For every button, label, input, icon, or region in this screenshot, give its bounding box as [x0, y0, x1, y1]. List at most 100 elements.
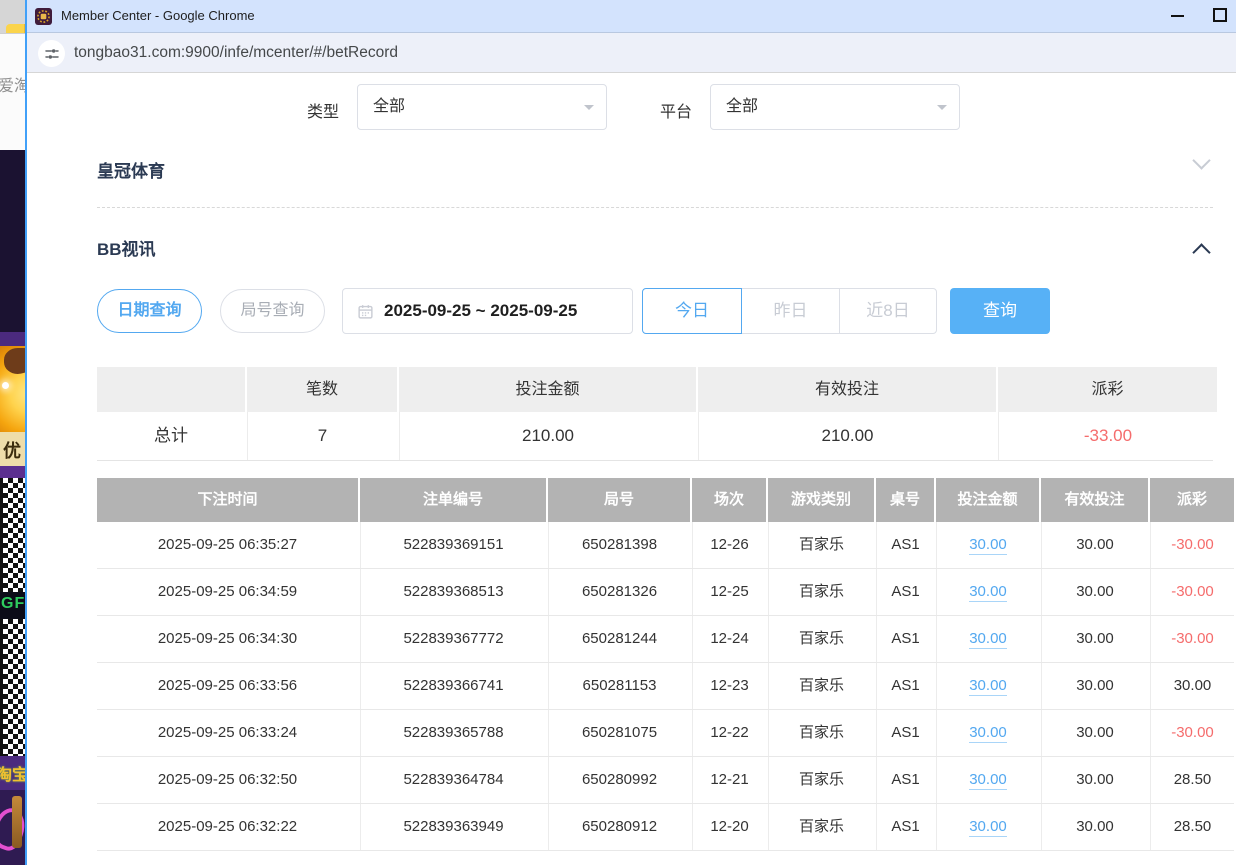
cell-table-number: AS1 — [876, 522, 934, 568]
calendar-icon — [357, 303, 374, 320]
chrome-window: Member Center - Google Chrome tongbao31.… — [25, 0, 1236, 865]
col-header-round-number: 局号 — [548, 478, 690, 522]
cell-session: 12-22 — [692, 710, 766, 756]
cell-slip-number: 522839368513 — [360, 569, 546, 615]
cell-bet-amount-link[interactable]: 30.00 — [936, 616, 1039, 662]
summary-header-valid-bet: 有效投注 — [698, 367, 996, 412]
background-text-aitao: 爱淘 — [0, 72, 25, 96]
cell-game-type: 百家乐 — [768, 804, 874, 850]
cell-valid-bet: 30.00 — [1041, 757, 1148, 803]
col-header-valid-bet: 有效投注 — [1041, 478, 1148, 522]
qr-code-top — [0, 478, 25, 592]
cell-game-type: 百家乐 — [768, 522, 874, 568]
bet-table-header: 下注时间 注单编号 局号 场次 游戏类别 桌号 投注金额 有效投注 派彩 — [97, 478, 1234, 522]
col-header-session: 场次 — [692, 478, 766, 522]
cell-round-number: 650281153 — [548, 663, 690, 709]
page-content: 类型 全部 平台 全部 皇冠体育 BB视讯 日期查询 局号查询 — [27, 74, 1236, 865]
minimize-button[interactable] — [1171, 15, 1184, 17]
cell-payout: -30.00 — [1150, 569, 1234, 615]
cell-session: 12-25 — [692, 569, 766, 615]
url-bar[interactable]: tongbao31.com:9900/infe/mcenter/#/betRec… — [27, 33, 1236, 73]
summary-header-count: 笔数 — [247, 367, 397, 412]
cell-valid-bet: 30.00 — [1041, 569, 1148, 615]
cell-session: 12-23 — [692, 663, 766, 709]
table-row: 2025-09-25 06:32:50522839364784650280992… — [97, 757, 1234, 804]
cell-table-number: AS1 — [876, 757, 934, 803]
today-button[interactable]: 今日 — [642, 288, 742, 334]
cell-slip-number: 522839366741 — [360, 663, 546, 709]
summary-header-bet-amount: 投注金额 — [399, 367, 696, 412]
cell-bet-amount-link[interactable]: 30.00 — [936, 710, 1039, 756]
cell-payout: 30.00 — [1150, 663, 1234, 709]
maximize-button[interactable] — [1213, 8, 1227, 22]
chevron-down-icon[interactable] — [1195, 154, 1208, 167]
cell-round-number: 650281244 — [548, 616, 690, 662]
background-dark-panel — [0, 150, 25, 332]
background-text-you: 优 — [3, 437, 21, 463]
col-header-bet-time: 下注时间 — [97, 478, 358, 522]
type-select[interactable]: 全部 — [357, 84, 607, 130]
cell-valid-bet: 30.00 — [1041, 616, 1148, 662]
cell-game-type: 百家乐 — [768, 616, 874, 662]
round-query-tab[interactable]: 局号查询 — [220, 289, 325, 333]
summary-header-payout: 派彩 — [998, 367, 1217, 412]
cell-bet-time: 2025-09-25 06:33:56 — [97, 663, 358, 709]
cell-session: 12-24 — [692, 616, 766, 662]
cell-bet-amount-link[interactable]: 30.00 — [936, 663, 1039, 709]
cell-bet-amount-link[interactable]: 30.00 — [936, 569, 1039, 615]
site-favicon-icon — [35, 8, 52, 25]
url-text[interactable]: tongbao31.com:9900/infe/mcenter/#/betRec… — [74, 33, 398, 72]
cell-payout: -30.00 — [1150, 616, 1234, 662]
cell-payout: -30.00 — [1150, 522, 1234, 568]
bet-record-table: 下注时间 注单编号 局号 场次 游戏类别 桌号 投注金额 有效投注 派彩 202… — [97, 478, 1234, 851]
date-query-tab[interactable]: 日期查询 — [97, 289, 202, 333]
col-header-game-type: 游戏类别 — [768, 478, 874, 522]
cell-payout: -30.00 — [1150, 710, 1234, 756]
last-8-days-button[interactable]: 近8日 — [839, 288, 937, 334]
cell-table-number: AS1 — [876, 569, 934, 615]
chevron-up-icon[interactable] — [1195, 246, 1208, 259]
query-button[interactable]: 查询 — [950, 288, 1050, 334]
summary-valid-bet-value: 210.00 — [698, 412, 996, 460]
col-header-table-number: 桌号 — [876, 478, 934, 522]
summary-bet-amount-value: 210.00 — [399, 412, 696, 460]
table-row: 2025-09-25 06:33:56522839366741650281153… — [97, 663, 1234, 710]
col-header-slip-number: 注单编号 — [360, 478, 546, 522]
type-select-value: 全部 — [373, 98, 405, 115]
background-artwork — [0, 790, 25, 865]
summary-count-value: 7 — [247, 412, 397, 460]
table-row: 2025-09-25 06:34:59522839368513650281326… — [97, 569, 1234, 616]
cell-valid-bet: 30.00 — [1041, 663, 1148, 709]
cell-game-type: 百家乐 — [768, 569, 874, 615]
summary-total-label: 总计 — [97, 412, 245, 460]
platform-filter-label: 平台 — [660, 98, 692, 122]
cell-bet-amount-link[interactable]: 30.00 — [936, 804, 1039, 850]
type-filter-label: 类型 — [307, 98, 339, 122]
chevron-down-icon — [584, 105, 594, 115]
site-settings-tune-icon[interactable] — [38, 40, 65, 67]
date-range-input[interactable]: 2025-09-25 ~ 2025-09-25 — [342, 288, 633, 334]
cell-round-number: 650281326 — [548, 569, 690, 615]
section-divider — [97, 207, 1213, 208]
cell-bet-time: 2025-09-25 06:32:22 — [97, 804, 358, 850]
cell-bet-amount-link[interactable]: 30.00 — [936, 757, 1039, 803]
background-text-gf: GF — [1, 595, 25, 613]
table-row: 2025-09-25 06:35:27522839369151650281398… — [97, 522, 1234, 569]
cell-round-number: 650280912 — [548, 804, 690, 850]
cell-valid-bet: 30.00 — [1041, 804, 1148, 850]
cell-table-number: AS1 — [876, 663, 934, 709]
cell-valid-bet: 30.00 — [1041, 522, 1148, 568]
gold-coin-banner — [0, 346, 25, 432]
platform-select[interactable]: 全部 — [710, 84, 960, 130]
table-row: 2025-09-25 06:32:22522839363949650280912… — [97, 804, 1234, 851]
qr-code-bottom — [0, 619, 25, 756]
section-crown-sports-title: 皇冠体育 — [97, 157, 165, 182]
cell-slip-number: 522839367772 — [360, 616, 546, 662]
cell-game-type: 百家乐 — [768, 663, 874, 709]
window-titlebar: Member Center - Google Chrome — [27, 0, 1236, 33]
date-range-value: 2025-09-25 ~ 2025-09-25 — [384, 301, 577, 321]
cell-bet-amount-link[interactable]: 30.00 — [936, 522, 1039, 568]
cell-table-number: AS1 — [876, 804, 934, 850]
summary-payout-value: -33.00 — [998, 412, 1217, 460]
yesterday-button[interactable]: 昨日 — [741, 288, 840, 334]
